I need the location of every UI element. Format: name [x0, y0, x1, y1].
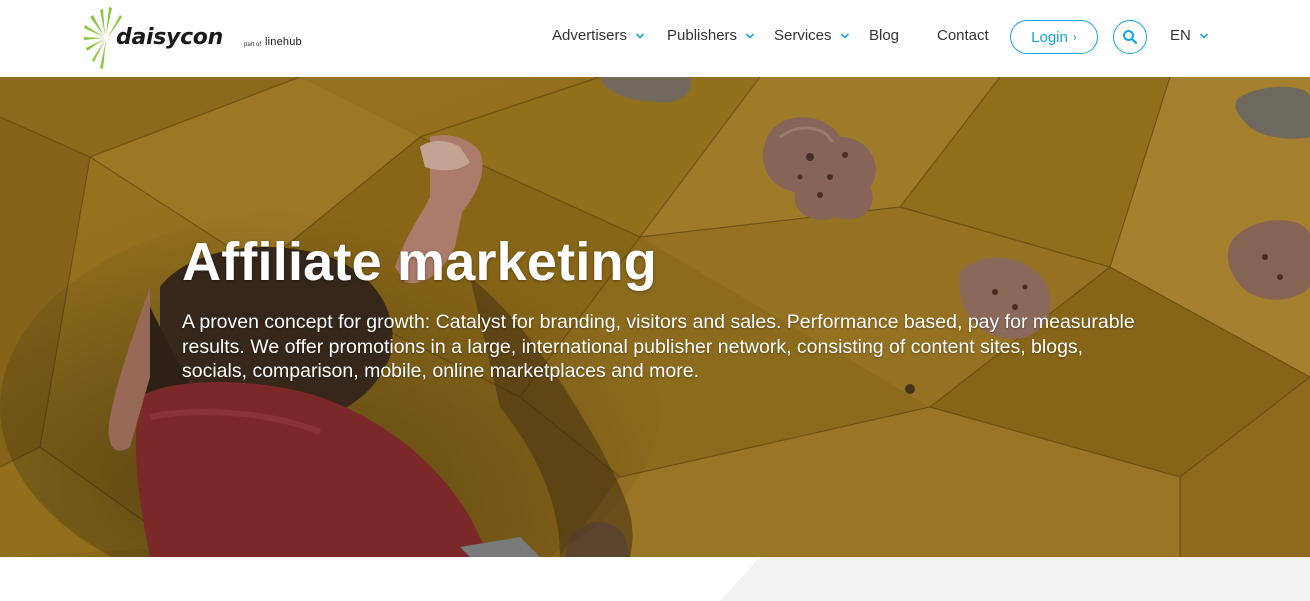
- chevron-down-icon: [1199, 32, 1208, 39]
- hero-section: Affiliate marketing A proven concept for…: [0, 77, 1310, 557]
- login-label: Login: [1031, 28, 1068, 46]
- nav-label: Services: [774, 27, 832, 44]
- chevron-down-icon: [635, 32, 645, 39]
- search-button[interactable]: [1113, 20, 1147, 54]
- nav-item-contact[interactable]: Contact: [937, 27, 989, 44]
- language-label: EN: [1170, 27, 1191, 44]
- nav-label: Publishers: [667, 27, 738, 44]
- nav-label: Advertisers: [552, 27, 628, 44]
- nav-item-blog[interactable]: Blog: [869, 27, 899, 44]
- parent-brand-name: linehub: [265, 36, 302, 48]
- chevron-down-icon: [840, 32, 849, 39]
- site-header: daisycon part of linehub Advertisers Pub…: [0, 0, 1310, 77]
- nav-label: Blog: [869, 27, 900, 44]
- language-selector[interactable]: EN: [1170, 27, 1209, 44]
- daisycon-logo[interactable]: daisycon part of linehub: [84, 4, 314, 70]
- content-section-start: [0, 557, 1310, 601]
- brand-part-of: part of: [244, 42, 262, 48]
- nav-item-advertisers[interactable]: Advertisers: [552, 27, 645, 44]
- login-button[interactable]: Login ›: [1010, 20, 1098, 54]
- search-icon: [1123, 30, 1138, 45]
- decorative-shape: [720, 557, 1310, 601]
- nav-label: Contact: [937, 27, 989, 44]
- page-title: Affiliate marketing: [182, 232, 657, 292]
- chevron-down-icon: [745, 32, 755, 39]
- hero-description: A proven concept for growth: Catalyst fo…: [182, 311, 1135, 382]
- brand-name: daisycon: [116, 25, 223, 50]
- nav-item-publishers[interactable]: Publishers: [667, 27, 755, 44]
- chevron-right-icon: ›: [1072, 30, 1077, 44]
- nav-item-services[interactable]: Services: [774, 27, 850, 44]
